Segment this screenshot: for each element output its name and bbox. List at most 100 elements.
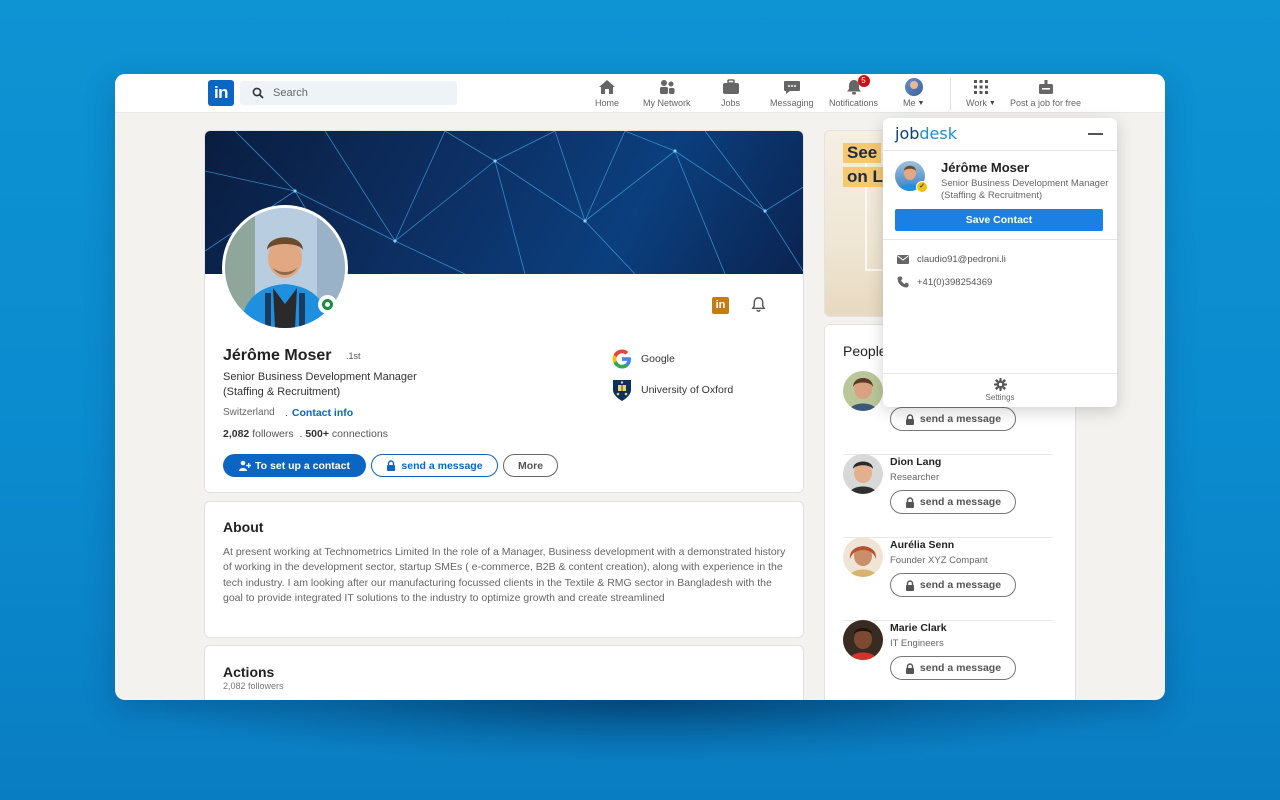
contact-info-link[interactable]: . Contact info	[285, 407, 353, 419]
person-name[interactable]: Marie Clark	[890, 622, 947, 634]
person-role: IT Engineers	[890, 638, 944, 649]
avatar[interactable]	[843, 371, 883, 411]
home-icon	[599, 80, 615, 94]
verified-check-icon: ✓	[916, 181, 928, 193]
bell-icon[interactable]	[750, 296, 767, 313]
google-icon	[612, 349, 631, 369]
chevron-down-icon: ▼	[917, 99, 925, 107]
profile-name: Jérôme Moser	[223, 347, 332, 364]
nav-notifications-label: Notifications	[829, 98, 879, 108]
send-message-button[interactable]: send a message	[890, 573, 1016, 597]
org-oxford[interactable]: University of Oxford	[611, 378, 733, 402]
nav-messaging-label: Messaging	[770, 98, 814, 108]
settings-label: Settings	[985, 393, 1015, 402]
more-button[interactable]: More	[503, 454, 558, 477]
nav-me-label: Me	[903, 98, 916, 108]
minimize-icon[interactable]	[1088, 133, 1103, 135]
avatar[interactable]	[843, 537, 883, 577]
linkedin-icon[interactable]: in	[712, 297, 729, 314]
jobdesk-panel: jobdesk ✓ Jérôme Moser Senior Business D…	[883, 118, 1117, 407]
jobdesk-contact-title: Senior Business Development Manager (Sta…	[941, 178, 1109, 201]
profile-card: in Jérôme Moser .1st Senior Business Dev…	[204, 130, 804, 493]
divider	[883, 239, 1117, 240]
profile-stats: 2,082 followers . 500+ connections	[223, 428, 388, 440]
briefcase-icon	[722, 79, 739, 94]
about-card: About At present working at Technometric…	[204, 501, 804, 638]
top-navigation: in Search Home My Network Jobs Messaging…	[115, 74, 1165, 113]
jobdesk-contact-name: Jérôme Moser	[941, 160, 1030, 175]
person-role: Founder XYZ Compant	[890, 555, 988, 566]
set-up-contact-button[interactable]: To set up a contact	[223, 454, 366, 477]
nav-me[interactable]: Me ▼	[903, 78, 924, 111]
send-message-button[interactable]: send a message	[890, 407, 1016, 431]
chevron-down-icon: ▼	[988, 99, 996, 107]
send-message-button[interactable]: send a message	[890, 490, 1016, 514]
actions-card: Actions 2,082 followers	[204, 645, 804, 700]
phone-value: +41(0)398254369	[917, 276, 993, 288]
add-person-icon	[239, 460, 252, 471]
followers-label: followers	[252, 428, 294, 440]
phone-icon	[897, 276, 909, 288]
gear-icon	[993, 378, 1007, 391]
mail-icon	[897, 255, 909, 264]
org-google[interactable]: Google	[611, 348, 675, 370]
avatar[interactable]	[843, 620, 883, 660]
browser-window: in Search Home My Network Jobs Messaging…	[115, 74, 1165, 700]
jobdesk-settings[interactable]: Settings	[883, 373, 1117, 407]
oxford-crest-icon	[613, 380, 631, 401]
profile-headline: Senior Business Development Manager (Sta…	[223, 371, 417, 398]
notification-badge: 5	[857, 75, 870, 87]
search-input[interactable]: Search	[240, 81, 457, 105]
person-role: Researcher	[890, 472, 940, 483]
connections-count: 500+	[305, 428, 329, 440]
lock-icon	[387, 460, 396, 471]
network-icon	[659, 80, 675, 94]
messaging-icon	[783, 81, 800, 94]
jobdesk-header: jobdesk	[883, 118, 1117, 151]
search-icon	[252, 87, 264, 99]
nav-jobs[interactable]: Jobs	[721, 78, 740, 111]
connection-degree: .1st	[346, 351, 361, 361]
send-message-button[interactable]: send a message	[371, 454, 498, 477]
lock-icon	[905, 496, 914, 508]
nav-post-job-label: Post a job for free	[1010, 98, 1082, 108]
search-placeholder: Search	[273, 87, 308, 99]
jobdesk-logo: jobdesk	[895, 124, 957, 143]
send-message-button[interactable]: send a message	[890, 656, 1016, 680]
nav-home[interactable]: Home	[595, 78, 619, 111]
avatar[interactable]	[843, 454, 883, 494]
actions-subtitle: 2,082 followers	[223, 681, 284, 691]
nav-home-label: Home	[595, 98, 620, 108]
phone-row[interactable]: +41(0)398254369	[897, 276, 992, 288]
nav-my-network-label: My Network	[643, 98, 691, 108]
about-title: About	[223, 519, 264, 535]
window-shadow	[165, 690, 1120, 760]
grid-icon	[973, 80, 988, 94]
nav-my-network[interactable]: My Network	[643, 78, 691, 111]
ad-text-line2: on L	[843, 167, 887, 187]
profile-location: Switzerland	[223, 407, 275, 418]
ad-text-line1: See	[843, 143, 882, 163]
save-contact-button[interactable]: Save Contact	[895, 209, 1103, 231]
nav-notifications[interactable]: 5 Notifications	[829, 75, 879, 111]
linkedin-logo[interactable]: in	[208, 80, 234, 106]
nav-messaging[interactable]: Messaging	[770, 78, 814, 111]
nav-work[interactable]: Work ▼	[966, 78, 996, 111]
lock-icon	[905, 413, 914, 425]
list-item: Aurélia Senn Founder XYZ Compant send a …	[843, 537, 1053, 621]
lock-icon	[905, 579, 914, 591]
nav-divider	[950, 78, 951, 110]
avatar	[904, 78, 923, 96]
post-job-icon	[1038, 80, 1053, 94]
followers-count: 2,082	[223, 428, 250, 440]
lock-icon	[905, 662, 914, 674]
list-item: Marie Clark IT Engineers send a message	[843, 620, 1053, 700]
online-status-indicator	[318, 295, 337, 314]
email-value: claudio91@pedroni.li	[917, 254, 1006, 265]
person-name[interactable]: Aurélia Senn	[890, 539, 954, 551]
nav-jobs-label: Jobs	[721, 98, 741, 108]
email-row[interactable]: claudio91@pedroni.li	[897, 254, 1006, 265]
nav-post-job[interactable]: Post a job for free	[1010, 78, 1081, 111]
person-name[interactable]: Dion Lang	[890, 456, 941, 468]
list-item: Dion Lang Researcher send a message	[843, 454, 1053, 538]
